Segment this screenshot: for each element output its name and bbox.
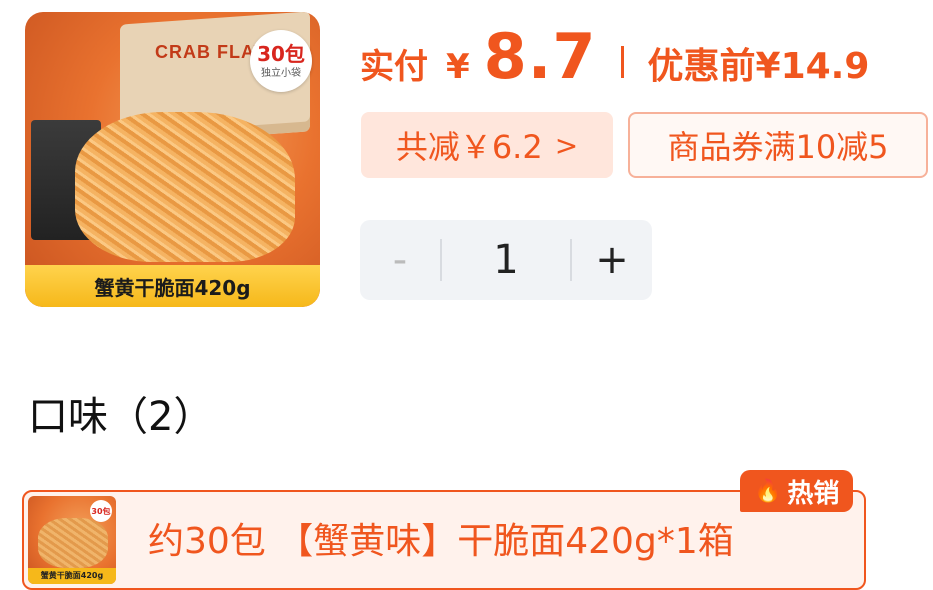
hot-sale-label: 热销 xyxy=(787,478,840,509)
quantity-value[interactable]: 1 xyxy=(442,237,570,283)
flavor-option-thumbnail: 30包 蟹黄干脆面420g xyxy=(28,496,116,584)
flavor-section-title: 口味（2） xyxy=(28,394,214,440)
product-image-caption: 蟹黄干脆面420g xyxy=(25,265,320,307)
fire-icon: 🔥 xyxy=(754,478,782,504)
price-row: 实付 ¥ 8.7 优惠前 ¥14.9 xyxy=(360,20,869,95)
total-discount-label: 共减￥6.2 xyxy=(395,128,543,166)
coupon-label: 商品券满10减5 xyxy=(667,128,889,166)
flavor-option-label: 约30包 【蟹黄味】干脆面420g*1箱 xyxy=(148,521,734,562)
noodle-graphic xyxy=(38,518,108,568)
paid-amount: 8.7 xyxy=(483,20,597,93)
price-divider xyxy=(620,45,624,78)
increment-button[interactable]: + xyxy=(572,237,652,283)
hot-sale-badge: 🔥 热销 xyxy=(740,470,854,512)
coupon-tag[interactable]: 商品券满10减5 xyxy=(628,112,928,178)
count-badge: 30包 独立小袋 xyxy=(250,30,312,92)
count-badge-sub: 独立小袋 xyxy=(261,67,301,79)
product-image[interactable]: CRAB FLAVOR 30包 独立小袋 蟹黄干脆面420g xyxy=(25,12,320,307)
count-badge-number: 30包 xyxy=(257,41,305,66)
chevron-right-icon: > xyxy=(554,128,579,162)
count-badge: 30包 xyxy=(90,500,112,522)
original-price: ¥14.9 xyxy=(755,46,870,87)
quantity-stepper: - 1 + xyxy=(360,220,652,300)
thumbnail-caption: 蟹黄干脆面420g xyxy=(28,568,116,584)
original-price-label: 优惠前 xyxy=(647,46,756,87)
noodle-graphic xyxy=(75,112,295,262)
paid-label: 实付 xyxy=(360,47,428,87)
currency-symbol: ¥ xyxy=(446,47,470,87)
total-discount-button[interactable]: 共减￥6.2 > xyxy=(361,112,613,178)
decrement-button[interactable]: - xyxy=(360,237,440,283)
